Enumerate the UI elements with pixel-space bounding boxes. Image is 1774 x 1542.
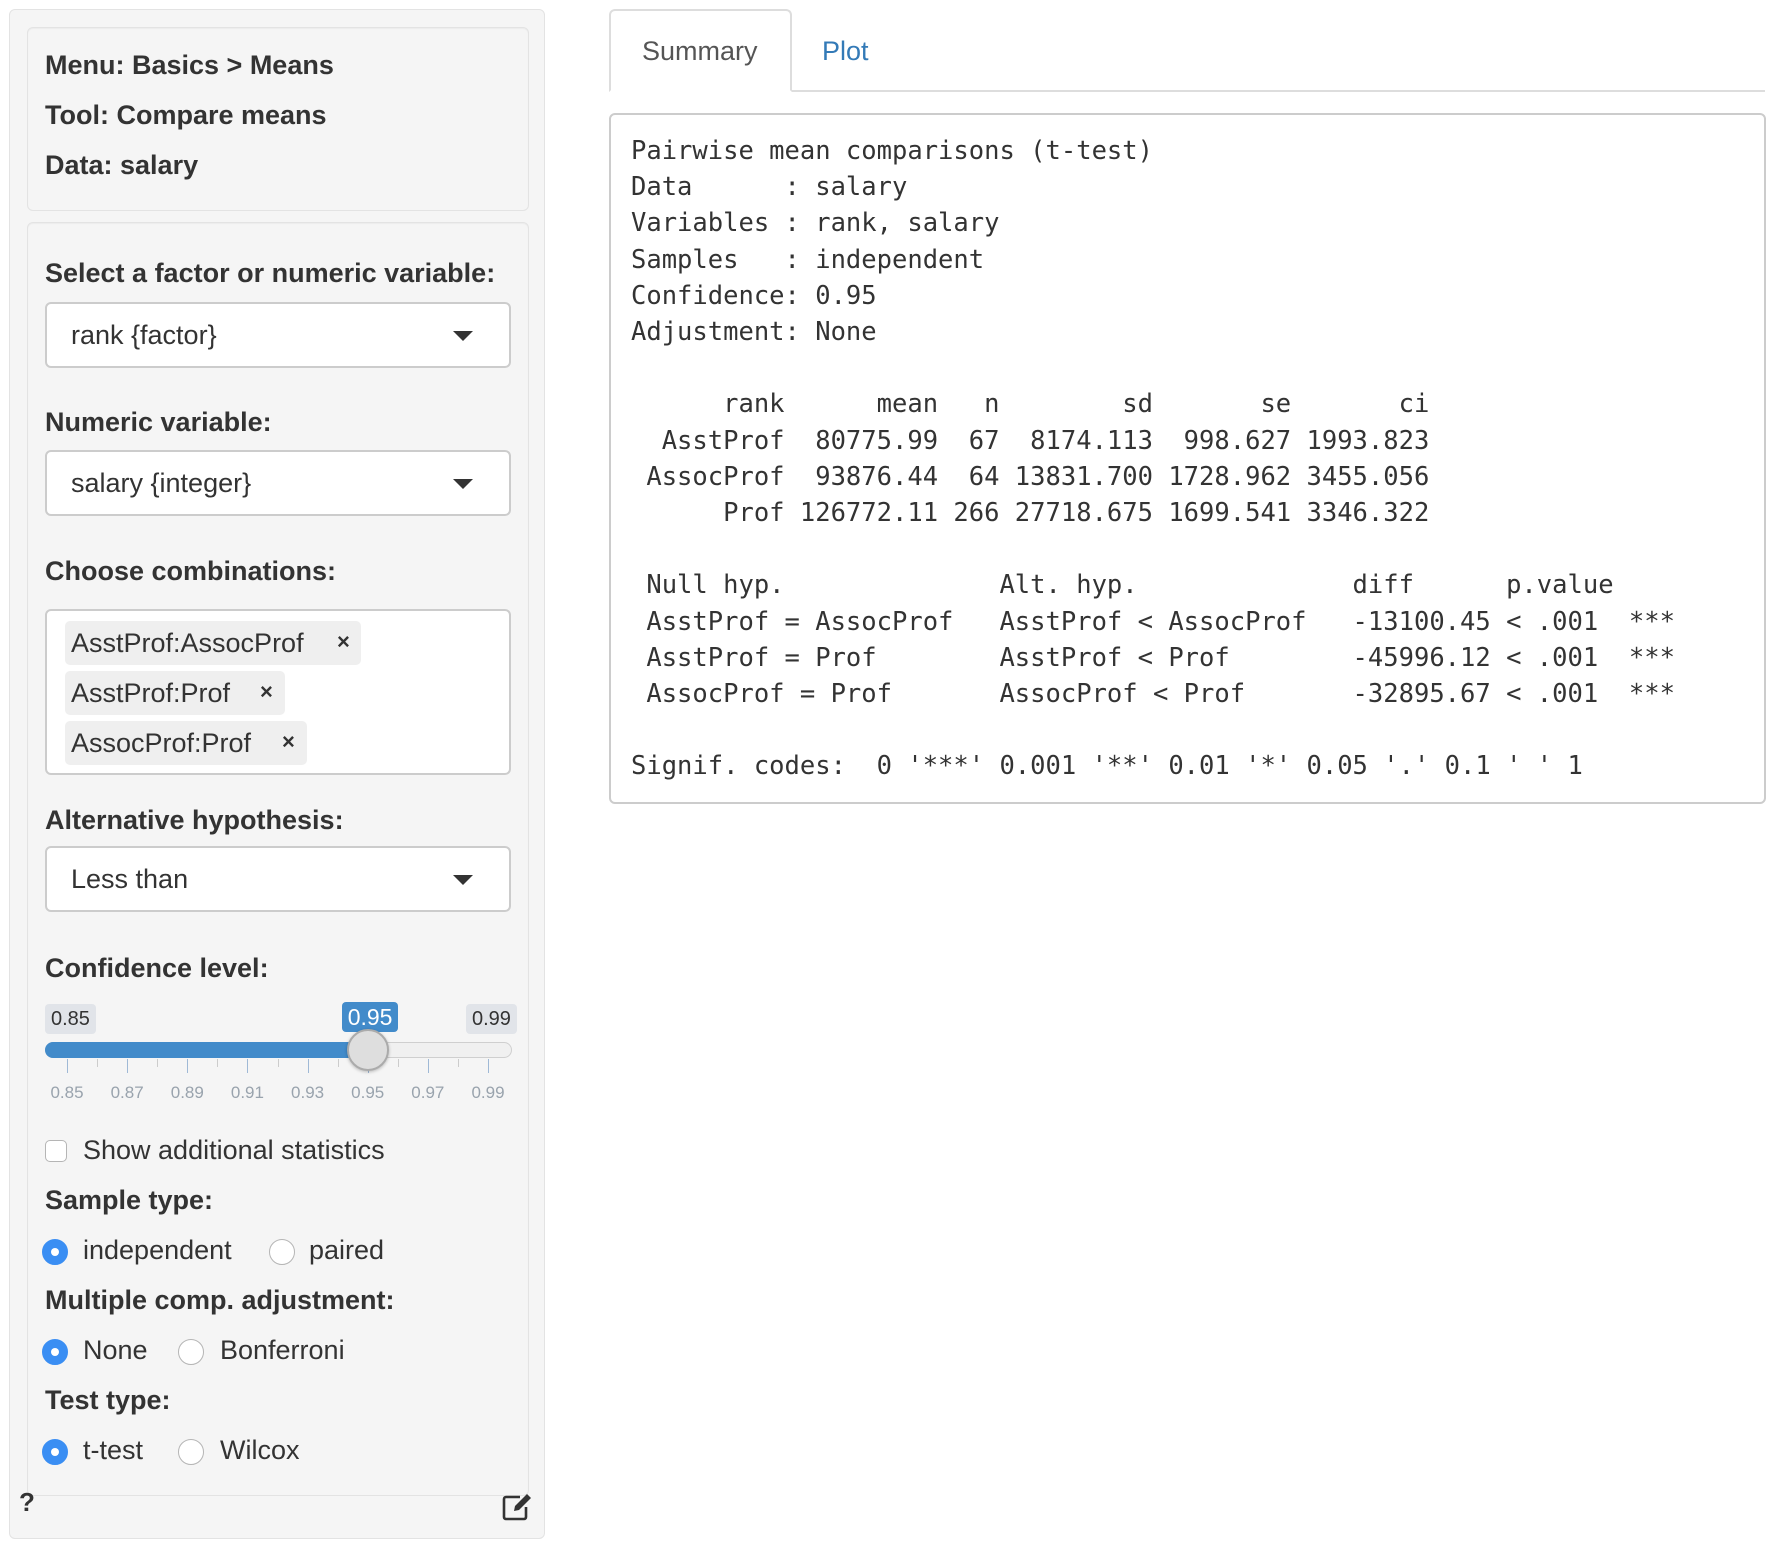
tab-plot-label: Plot <box>822 36 869 66</box>
tab-plot[interactable]: Plot <box>792 9 912 92</box>
combination-chip-label: AssocProf:Prof <box>71 728 252 758</box>
slider-major-tick <box>187 1059 189 1073</box>
slider-major-tick <box>427 1059 429 1073</box>
chevron-down-icon <box>453 479 473 489</box>
slider-tick-label: 0.95 <box>351 1083 385 1102</box>
slider-tick-label: 0.97 <box>411 1083 445 1102</box>
slider-minor-tick <box>277 1059 279 1067</box>
slider-minor-tick <box>97 1059 99 1067</box>
slider-major-tick <box>127 1059 129 1073</box>
test-type-wilcox-label: Wilcox <box>220 1435 300 1465</box>
adjustment-bonferroni-radio[interactable] <box>178 1339 204 1365</box>
tool-name: Tool: Compare means <box>45 100 327 130</box>
slider-value-label: 0.95 <box>341 1002 399 1032</box>
slider-minor-tick <box>157 1059 159 1067</box>
remove-icon[interactable]: × <box>282 729 295 755</box>
slider-tick-label: 0.85 <box>50 1083 84 1102</box>
combinations-multiselect[interactable]: AsstProf:AssocProf × AsstProf:Prof × Ass… <box>45 609 511 775</box>
test-type-ttest-label: t-test <box>83 1435 144 1465</box>
test-type-label: Test type: <box>45 1385 171 1415</box>
slider-minor-tick <box>337 1059 339 1067</box>
combination-chip: AsstProf:Prof × <box>65 671 285 715</box>
adjustment-bonferroni-label: Bonferroni <box>220 1335 345 1365</box>
sample-type-paired-radio[interactable] <box>269 1239 295 1265</box>
slider-tick-label: 0.93 <box>291 1083 325 1102</box>
slider-handle[interactable] <box>346 1029 389 1071</box>
alternative-hypothesis-select[interactable]: Less than <box>45 846 511 912</box>
tab-summary[interactable]: Summary <box>609 9 792 92</box>
edit-icon[interactable] <box>502 1493 532 1521</box>
slider-minor-tick <box>217 1059 219 1067</box>
combinations-label: Choose combinations: <box>45 556 337 586</box>
slider-tick-label: 0.99 <box>471 1083 505 1102</box>
slider-minor-tick <box>397 1059 399 1067</box>
combination-chip-label: AsstProf:Prof <box>71 678 231 708</box>
chevron-down-icon <box>453 875 473 885</box>
combination-chip: AsstProf:AssocProf × <box>65 621 361 665</box>
remove-icon[interactable]: × <box>337 629 350 655</box>
sample-type-independent-label: independent <box>83 1235 232 1265</box>
sample-type-label: Sample type: <box>45 1185 214 1215</box>
adjustment-none-radio[interactable] <box>42 1339 68 1365</box>
tab-bar: Summary Plot <box>609 9 1774 92</box>
menu-path: Menu: Basics > Means <box>45 50 334 80</box>
dataset-name: Data: salary <box>45 150 199 180</box>
combination-chip: AssocProf:Prof × <box>65 721 307 765</box>
summary-output: Pairwise mean comparisons (t-test) Data … <box>609 113 1766 804</box>
summary-text: Pairwise mean comparisons (t-test) Data … <box>631 136 1675 782</box>
adjustment-none-label: None <box>83 1335 148 1365</box>
factor-variable-select[interactable]: rank {factor} <box>45 302 511 368</box>
chevron-down-icon <box>453 331 473 341</box>
slider-tick-label: 0.89 <box>170 1083 204 1102</box>
slider-major-tick <box>247 1059 249 1073</box>
alternative-hypothesis-value: Less than <box>71 864 189 894</box>
sample-type-paired-label: paired <box>309 1235 385 1265</box>
numeric-variable-value: salary {integer} <box>71 468 252 498</box>
numeric-variable-label: Numeric variable: <box>45 407 272 437</box>
options-well: Select a factor or numeric variable: ran… <box>27 222 529 1496</box>
test-type-wilcox-radio[interactable] <box>178 1439 204 1465</box>
factor-variable-value: rank {factor} <box>71 320 217 350</box>
slider-min-label: 0.85 <box>45 1004 96 1034</box>
sidebar-panel: Menu: Basics > Means Tool: Compare means… <box>9 9 545 1539</box>
numeric-variable-select[interactable]: salary {integer} <box>45 450 511 516</box>
alternative-hypothesis-label: Alternative hypothesis: <box>45 805 344 835</box>
show-stats-label: Show additional statistics <box>83 1135 385 1165</box>
sample-type-independent-radio[interactable] <box>42 1239 68 1265</box>
slider-major-tick <box>307 1059 309 1073</box>
combination-chip-label: AsstProf:AssocProf <box>71 628 304 658</box>
confidence-level-label: Confidence level: <box>45 953 269 983</box>
remove-icon[interactable]: × <box>260 679 273 705</box>
slider-fill <box>45 1042 368 1058</box>
factor-variable-label: Select a factor or numeric variable: <box>45 258 496 288</box>
adjustment-label: Multiple comp. adjustment: <box>45 1285 395 1315</box>
slider-max-label: 0.99 <box>466 1004 517 1034</box>
show-stats-checkbox[interactable] <box>45 1140 67 1162</box>
slider-major-tick <box>488 1059 489 1073</box>
info-well: Menu: Basics > Means Tool: Compare means… <box>27 27 529 211</box>
slider-major-tick <box>67 1059 68 1073</box>
question-icon[interactable]: ? <box>19 1487 35 1518</box>
slider-minor-tick <box>457 1059 459 1067</box>
test-type-ttest-radio[interactable] <box>42 1439 68 1465</box>
tab-summary-label: Summary <box>642 36 758 66</box>
slider-tick-label: 0.91 <box>230 1083 264 1102</box>
slider-tick-label: 0.87 <box>110 1083 144 1102</box>
